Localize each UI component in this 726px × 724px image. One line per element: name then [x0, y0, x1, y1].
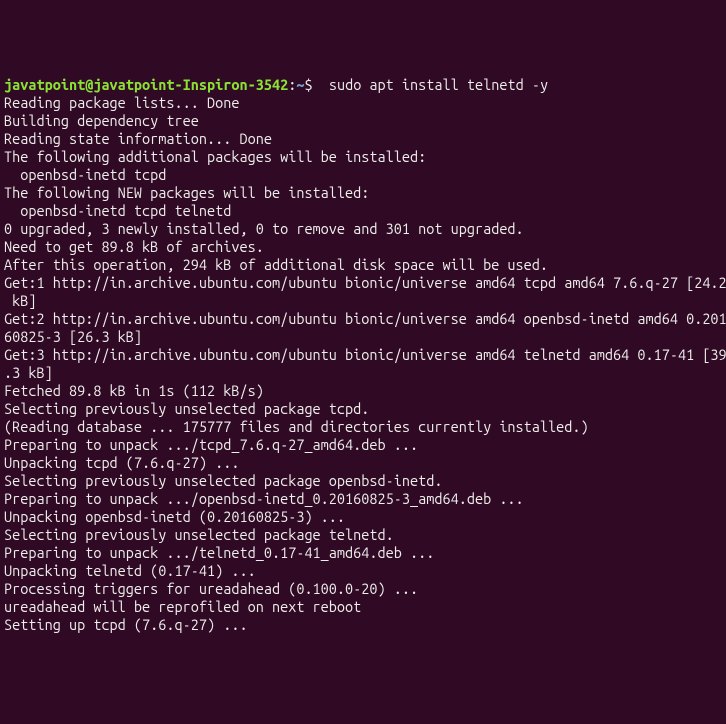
output-line: openbsd-inetd tcpd: [4, 166, 722, 184]
output-line: Get:1 http://in.archive.ubuntu.com/ubunt…: [4, 274, 722, 292]
output-line: Get:3 http://in.archive.ubuntu.com/ubunt…: [4, 346, 722, 364]
output-line: kB]: [4, 292, 722, 310]
output-line: Need to get 89.8 kB of archives.: [4, 238, 722, 256]
output-line: Preparing to unpack .../telnetd_0.17-41_…: [4, 544, 722, 562]
output-line: Fetched 89.8 kB in 1s (112 kB/s): [4, 382, 722, 400]
output-line: 60825-3 [26.3 kB]: [4, 328, 722, 346]
output-line: Preparing to unpack .../tcpd_7.6.q-27_am…: [4, 436, 722, 454]
command-line: javatpoint@javatpoint-Inspiron-3542:~$ s…: [4, 76, 722, 94]
output-line: Selecting previously unselected package …: [4, 526, 722, 544]
output-line: Reading package lists... Done: [4, 94, 722, 112]
output-line: Selecting previously unselected package …: [4, 400, 722, 418]
command-text: sudo apt install telnetd -y: [329, 76, 548, 93]
output-line: Setting up tcpd (7.6.q-27) ...: [4, 616, 722, 634]
output-line: ureadahead will be reprofiled on next re…: [4, 598, 722, 616]
output-line: openbsd-inetd tcpd telnetd: [4, 202, 722, 220]
output-line: Get:2 http://in.archive.ubuntu.com/ubunt…: [4, 310, 722, 328]
prompt-dollar: $: [304, 76, 328, 93]
output-line: .3 kB]: [4, 364, 722, 382]
output-line: Unpacking telnetd (0.17-41) ...: [4, 562, 722, 580]
output-line: Processing triggers for ureadahead (0.10…: [4, 580, 722, 598]
output-line: (Reading database ... 175777 files and d…: [4, 418, 722, 436]
output-line: Preparing to unpack .../openbsd-inetd_0.…: [4, 490, 722, 508]
output-line: Unpacking tcpd (7.6.q-27) ...: [4, 454, 722, 472]
output-line: Unpacking openbsd-inetd (0.20160825-3) .…: [4, 508, 722, 526]
output-line: Building dependency tree: [4, 112, 722, 130]
output-line: Selecting previously unselected package …: [4, 472, 722, 490]
output-line: Reading state information... Done: [4, 130, 722, 148]
terminal-output[interactable]: javatpoint@javatpoint-Inspiron-3542:~$ s…: [4, 76, 722, 634]
output-lines-container: Reading package lists... DoneBuilding de…: [4, 94, 722, 634]
output-line: 0 upgraded, 3 newly installed, 0 to remo…: [4, 220, 722, 238]
output-line: The following additional packages will b…: [4, 148, 722, 166]
output-line: The following NEW packages will be insta…: [4, 184, 722, 202]
output-line: After this operation, 294 kB of addition…: [4, 256, 722, 274]
prompt-user-host: javatpoint@javatpoint-Inspiron-3542: [4, 76, 288, 93]
